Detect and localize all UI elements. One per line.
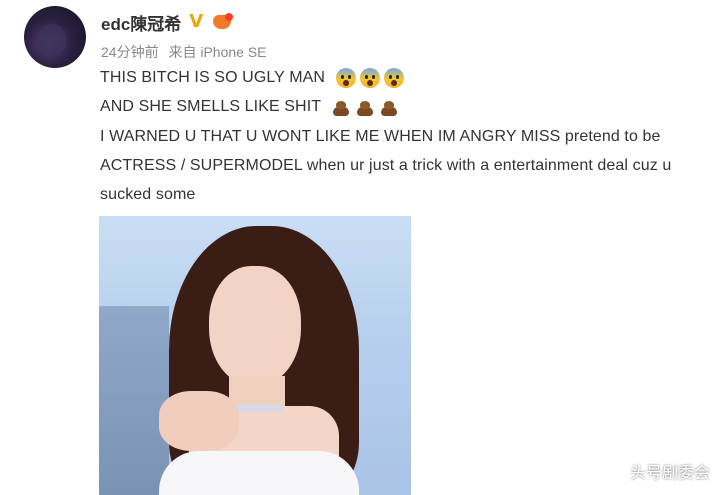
post-source[interactable]: 来自 iPhone SE	[168, 44, 266, 60]
photo-face	[209, 266, 301, 386]
watermark: 头号剧委会	[629, 463, 710, 482]
photo-hand	[159, 391, 239, 451]
verified-icon: V	[189, 11, 204, 32]
post-header: edc陳冠希 V	[101, 10, 234, 35]
poop-emoji-icon	[331, 98, 351, 116]
post-text-line-1: THIS BITCH IS SO UGLY MAN	[100, 68, 404, 88]
post-text-line-2: AND SHE SMELLS LIKE SHIT	[100, 98, 399, 116]
scream-emoji-icon	[359, 68, 380, 88]
vip-badge-icon[interactable]	[211, 13, 234, 31]
post-time[interactable]: 24分钟前	[101, 44, 159, 60]
scream-emoji-icon	[383, 68, 404, 88]
photo-background-left	[99, 306, 169, 495]
username[interactable]: edc陳冠希	[101, 10, 181, 35]
poop-emoji-icon	[379, 98, 399, 116]
photo-necklace	[235, 404, 283, 412]
vip-dot-shape	[225, 13, 234, 21]
poop-emoji-icon	[355, 98, 375, 116]
text-line-2: AND SHE SMELLS LIKE SHIT	[100, 98, 321, 116]
emoji-group-scream	[335, 68, 404, 88]
emoji-group-poop	[331, 98, 399, 116]
avatar[interactable]	[24, 6, 86, 68]
avatar-figure	[38, 24, 66, 54]
scream-emoji-icon	[335, 68, 356, 88]
text-line-1: THIS BITCH IS SO UGLY MAN	[100, 69, 326, 87]
text-line-4: ACTRESS / SUPERMODEL when ur just a tric…	[100, 157, 672, 174]
text-line-3: I WARNED U THAT U WONT LIKE ME WHEN IM A…	[100, 128, 661, 145]
text-line-5: sucked some	[100, 186, 196, 203]
post-photo[interactable]	[99, 216, 411, 495]
photo-dress	[159, 451, 359, 495]
post-meta: 24分钟前 来自 iPhone SE	[101, 42, 273, 62]
